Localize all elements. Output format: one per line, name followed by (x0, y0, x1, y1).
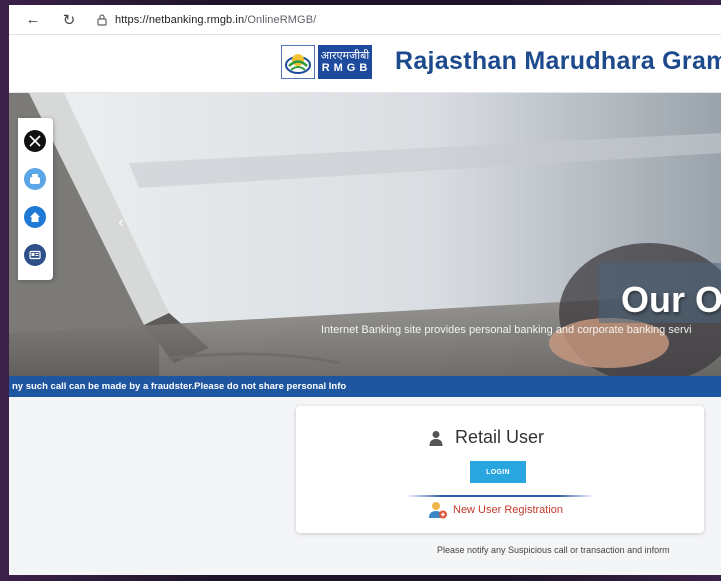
youtube-link[interactable] (24, 168, 46, 190)
lock-icon[interactable] (95, 13, 109, 27)
contact-link[interactable] (24, 244, 46, 266)
back-button[interactable]: ← (21, 8, 45, 32)
bank-name: Rajasthan Marudhara Gramin (395, 47, 721, 75)
add-user-icon (429, 502, 447, 519)
chevron-left-icon: ‹ (118, 214, 124, 231)
user-icon (429, 430, 443, 446)
registration-label: New User Registration (453, 504, 564, 516)
main-content: Retail User LOGIN New User Registration … (9, 397, 721, 575)
card-header: Retail User (429, 427, 544, 448)
youtube-icon (30, 174, 40, 184)
bank-logo[interactable]: आरएमजीबी RMGB (281, 43, 373, 81)
browser-toolbar: ← ↻ https://netbanking.rmgb.in/OnlineRMG… (9, 5, 721, 35)
carousel-prev-button[interactable]: ‹ (113, 213, 129, 233)
card-divider (405, 495, 595, 497)
retail-login-card: Retail User LOGIN New User Registration (296, 406, 704, 533)
alert-marquee: ny such call can be made by a fraudster.… (9, 376, 721, 397)
marquee-text: ny such call can be made by a fraudster.… (12, 381, 347, 392)
logo-abbreviation: RMGB (321, 62, 372, 74)
site-header: आरएमजीबी RMGB Rajasthan Marudhara Gramin (9, 35, 721, 93)
hero-title: Our Ob (621, 279, 721, 320)
home-icon (30, 212, 40, 222)
login-button[interactable]: LOGIN (470, 461, 526, 483)
url-path: /OnlineRMGB/ (244, 13, 317, 26)
security-notice: Please notify any Suspicious call or tra… (437, 545, 670, 555)
hero-subtitle: Internet Banking site provides personal … (321, 324, 692, 336)
social-sidebar (18, 118, 53, 280)
home-link[interactable] (24, 206, 46, 228)
hero-carousel: ‹ Our Ob Internet Banking site provides … (9, 93, 721, 376)
browser-window: ← ↻ https://netbanking.rmgb.in/OnlineRMG… (9, 5, 721, 575)
x-link[interactable] (24, 130, 46, 152)
reload-button[interactable]: ↻ (57, 8, 81, 32)
reload-icon: ↻ (62, 11, 76, 29)
retail-user-title: Retail User (455, 427, 545, 447)
url-domain: https://netbanking.rmgb.in (115, 13, 245, 26)
address-bar[interactable]: https://netbanking.rmgb.in/OnlineRMGB/ (115, 14, 316, 26)
desktop-background: ← ↻ https://netbanking.rmgb.in/OnlineRMG… (0, 0, 721, 581)
arrow-left-icon: ← (25, 11, 41, 28)
logo-wordmark: आरएमजीबी RMGB (318, 45, 372, 79)
id-card-icon (29, 250, 41, 260)
x-logo-icon (29, 135, 41, 147)
new-user-registration-link[interactable]: New User Registration (428, 501, 563, 519)
bank-emblem-icon (281, 45, 315, 79)
logo-hindi-text: आरएमजीबी (320, 49, 370, 62)
